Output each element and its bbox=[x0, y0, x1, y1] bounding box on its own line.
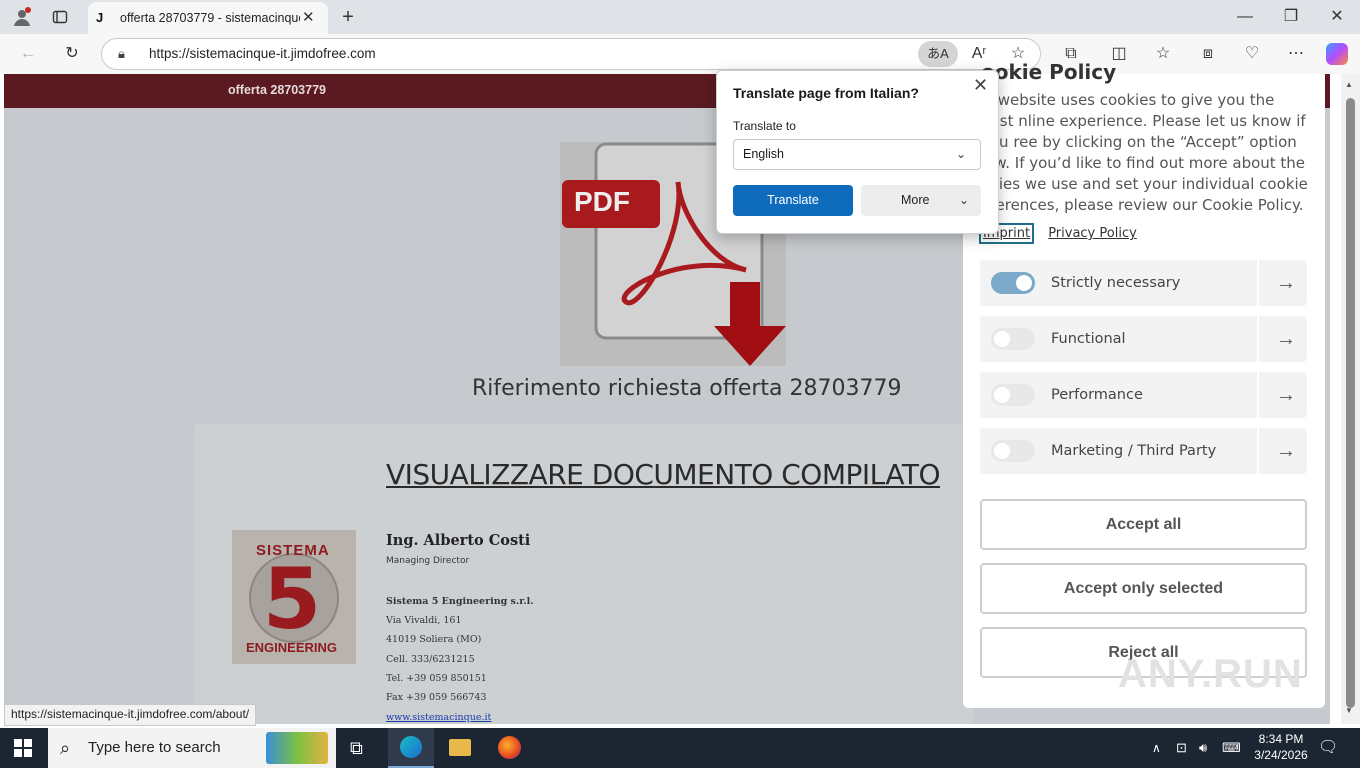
page-scrollbar[interactable]: ▲ ▼ bbox=[1341, 74, 1360, 724]
contact-address1: Via Vivaldi, 161 bbox=[386, 615, 462, 626]
clock-date: 3/24/2026 bbox=[1254, 748, 1308, 762]
contact-address2: 41019 Soliera (MO) bbox=[386, 634, 482, 645]
arrow-right-icon[interactable]: → bbox=[1268, 428, 1304, 474]
logo-top-text: SISTEMA bbox=[256, 542, 330, 559]
privacy-policy-link[interactable]: Privacy Policy bbox=[1048, 226, 1137, 241]
edge-taskbar-icon[interactable] bbox=[388, 728, 434, 768]
view-document-link[interactable]: VISUALIZZARE DOCUMENTO COMPILATO bbox=[386, 458, 941, 491]
performance-toggle[interactable] bbox=[991, 384, 1035, 406]
taskbar: ⌕ Type here to search ⧉ ∧ ⊡ 🔊︎ ⌨ 8:34 PM… bbox=[0, 728, 1360, 768]
address-toolbar: ← ↻ 🔒︎ https://sistemacinque-it.jimdofre… bbox=[0, 34, 1360, 74]
cookie-category-functional: Functional → bbox=[980, 316, 1307, 362]
translate-to-label: Translate to bbox=[733, 119, 796, 133]
language-select[interactable]: English ⌄ bbox=[733, 139, 981, 170]
contact-website-link[interactable]: www.sistemacinque.it bbox=[386, 712, 491, 723]
scrollbar-thumb[interactable] bbox=[1346, 98, 1355, 708]
arrow-right-icon[interactable]: → bbox=[1268, 316, 1304, 362]
settings-more-icon[interactable]: ⋯ bbox=[1281, 34, 1311, 74]
minimize-icon[interactable]: — bbox=[1232, 0, 1258, 34]
contact-fax: Fax +39 059 566743 bbox=[386, 692, 487, 703]
language-value: English bbox=[743, 147, 784, 161]
site-title[interactable]: offerta 28703779 bbox=[228, 74, 326, 106]
chevron-down-icon: ⌄ bbox=[956, 147, 967, 161]
file-explorer-icon[interactable] bbox=[449, 739, 471, 756]
search-icon: ⌕ bbox=[60, 738, 71, 758]
close-window-icon[interactable]: ✕ bbox=[1324, 0, 1350, 34]
taskbar-search[interactable]: ⌕ Type here to search bbox=[48, 728, 336, 768]
contact-name: Ing. Alberto Costi bbox=[386, 532, 531, 549]
tab-active[interactable]: J offerta 28703779 - sistemacinque ✕ bbox=[88, 2, 328, 34]
accept-all-button[interactable]: Accept all bbox=[980, 499, 1307, 550]
category-label: Strictly necessary bbox=[1051, 275, 1181, 291]
svg-text:5: 5 bbox=[263, 550, 321, 648]
cookie-links: Imprint Privacy Policy bbox=[979, 223, 1137, 244]
reference-title: Riferimento richiesta offerta 28703779 bbox=[472, 376, 902, 401]
search-placeholder: Type here to search bbox=[88, 739, 221, 756]
contact-company: Sistema 5 Engineering s.r.l. bbox=[386, 596, 534, 607]
category-label: Functional bbox=[1051, 331, 1126, 347]
address-bar[interactable]: 🔒︎ https://sistemacinque-it.jimdofree.co… bbox=[101, 38, 1041, 70]
lock-icon[interactable]: 🔒︎ bbox=[118, 39, 125, 69]
pdf-label: PDF bbox=[574, 186, 630, 217]
firefox-icon[interactable] bbox=[498, 736, 521, 759]
clock[interactable]: 8:34 PM 3/24/2026 bbox=[1246, 731, 1316, 763]
watermark: ANY.RUN bbox=[1118, 652, 1303, 696]
cookie-category-marketing: Marketing / Third Party → bbox=[980, 428, 1307, 474]
tab-actions-icon[interactable] bbox=[46, 0, 74, 38]
favicon-icon: J bbox=[96, 10, 104, 25]
tab-close-icon[interactable]: ✕ bbox=[302, 2, 315, 34]
translate-icon[interactable]: あA bbox=[918, 41, 958, 67]
accept-selected-button[interactable]: Accept only selected bbox=[980, 563, 1307, 614]
contact-cell: Cell. 333/6231215 bbox=[386, 654, 475, 665]
arrow-right-icon[interactable]: → bbox=[1268, 372, 1304, 418]
clock-time: 8:34 PM bbox=[1258, 732, 1304, 746]
cookie-consent-panel: ookie Policy is website uses cookies to … bbox=[963, 60, 1325, 708]
category-label: Performance bbox=[1051, 387, 1143, 403]
document-card: VISUALIZZARE DOCUMENTO COMPILATO 5 SISTE… bbox=[194, 424, 974, 724]
collections-icon[interactable]: ⧈ bbox=[1193, 34, 1223, 74]
functional-toggle[interactable] bbox=[991, 328, 1035, 350]
favorites-icon[interactable]: ☆ bbox=[1148, 34, 1178, 74]
browser-essentials-icon[interactable]: ♡ bbox=[1237, 34, 1267, 74]
volume-icon[interactable]: 🔊︎ bbox=[1199, 728, 1207, 768]
task-view-icon[interactable]: ⧉ bbox=[350, 728, 363, 768]
strictly-necessary-toggle[interactable] bbox=[991, 272, 1035, 294]
arrow-right-icon[interactable]: → bbox=[1268, 260, 1304, 306]
refresh-icon[interactable]: ↻ bbox=[57, 34, 87, 74]
new-tab-icon[interactable]: + bbox=[336, 0, 360, 34]
company-logo: 5 SISTEMA ENGINEERING bbox=[232, 530, 356, 664]
scroll-down-icon[interactable]: ▼ bbox=[1345, 706, 1353, 715]
category-label: Marketing / Third Party bbox=[1051, 443, 1217, 459]
cookie-category-strictly-necessary: Strictly necessary → bbox=[980, 260, 1307, 306]
status-url: https://sistemacinque-it.jimdofree.com/a… bbox=[4, 704, 257, 726]
windows-start-icon[interactable] bbox=[14, 739, 32, 760]
scroll-up-icon[interactable]: ▲ bbox=[1345, 80, 1353, 89]
network-icon[interactable]: ⊡ bbox=[1176, 728, 1187, 768]
back-icon[interactable]: ← bbox=[13, 34, 43, 74]
copilot-icon[interactable] bbox=[1326, 43, 1348, 65]
notifications-icon[interactable]: 🗨︎ bbox=[1318, 728, 1338, 768]
title-bar: J offerta 28703779 - sistemacinque ✕ + —… bbox=[0, 0, 1360, 34]
translate-popup: Translate page from Italian? ✕ Translate… bbox=[716, 70, 999, 234]
search-highlight-image bbox=[266, 732, 328, 764]
marketing-toggle[interactable] bbox=[991, 440, 1035, 462]
chevron-down-icon: ⌄ bbox=[959, 193, 970, 207]
translate-title: Translate page from Italian? bbox=[733, 85, 919, 101]
logo-bottom-text: ENGINEERING bbox=[246, 640, 338, 655]
more-label: More bbox=[901, 193, 930, 207]
close-icon[interactable]: ✕ bbox=[973, 75, 988, 96]
cookie-description: is website uses cookies to give you the … bbox=[981, 91, 1308, 214]
restore-icon[interactable]: ❐ bbox=[1278, 0, 1304, 34]
contact-role: Managing Director bbox=[386, 556, 470, 566]
tab-title: offerta 28703779 - sistemacinque bbox=[120, 11, 300, 25]
cookie-heading: ookie Policy bbox=[981, 60, 1117, 84]
translate-button[interactable]: Translate bbox=[733, 185, 853, 216]
contact-tel: Tel. +39 059 850151 bbox=[386, 673, 487, 684]
cookie-category-performance: Performance → bbox=[980, 372, 1307, 418]
keyboard-icon[interactable]: ⌨ bbox=[1222, 728, 1241, 768]
more-button[interactable]: More ⌄ bbox=[861, 185, 981, 216]
url-text[interactable]: https://sistemacinque-it.jimdofree.com bbox=[149, 39, 376, 69]
chevron-up-icon[interactable]: ∧ bbox=[1152, 728, 1161, 768]
